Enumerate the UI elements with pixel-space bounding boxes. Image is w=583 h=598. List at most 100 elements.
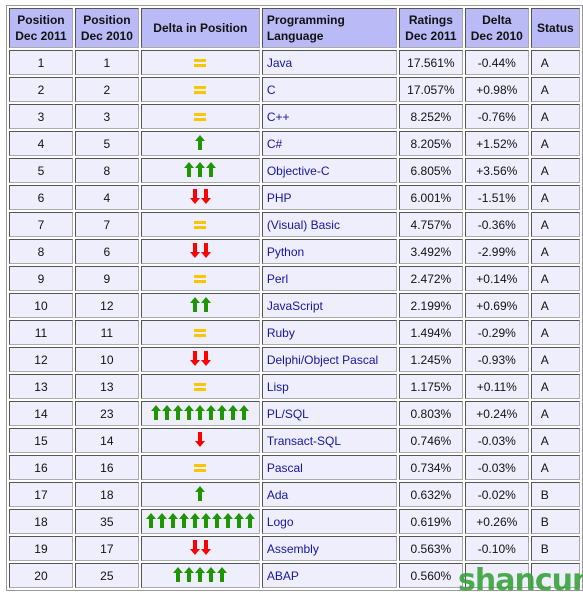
language-cell: Python: [261, 239, 397, 264]
language-cell: C#: [261, 131, 397, 156]
header-ratings: Ratings Dec 2011: [398, 8, 463, 48]
status: A: [530, 77, 580, 102]
delta-ratings: +0.14%: [464, 266, 529, 291]
position-2011: 9: [9, 266, 73, 291]
position-2011: 2: [9, 77, 73, 102]
language-link[interactable]: C++: [267, 110, 290, 124]
language-link[interactable]: Assembly: [267, 542, 319, 556]
language-cell: Assembly: [261, 536, 397, 561]
language-link[interactable]: C#: [267, 137, 282, 151]
language-link[interactable]: Perl: [267, 272, 288, 286]
delta-ratings: -0.36%: [464, 212, 529, 237]
language-cell: Objective-C: [261, 158, 397, 183]
arrow-up-icon: [217, 566, 228, 585]
equal-icon: [194, 112, 207, 121]
language-link[interactable]: Lisp: [267, 380, 289, 394]
ratings: 6.805%: [398, 158, 463, 183]
table-row: 15 14 Transact-SQL 0.746% -0.03% A: [9, 428, 580, 453]
table-row: 10 12 JavaScript 2.199% +0.69% A: [9, 293, 580, 318]
delta-position-cell: [140, 536, 260, 561]
arrow-down-icon: [200, 188, 211, 207]
language-link[interactable]: PHP: [267, 191, 292, 205]
arrow-down-icon: [200, 350, 211, 369]
language-link[interactable]: (Visual) Basic: [267, 218, 340, 232]
table-row: 2 2 C 17.057% +0.98% A: [9, 77, 580, 102]
position-2010: 8: [74, 158, 139, 183]
ratings: 0.746%: [398, 428, 463, 453]
position-2010: 12: [74, 293, 139, 318]
language-link[interactable]: Logo: [267, 515, 294, 529]
ratings: 0.619%: [398, 509, 463, 534]
ratings: 17.057%: [398, 77, 463, 102]
language-link[interactable]: Java: [267, 56, 292, 70]
language-link[interactable]: Python: [267, 245, 304, 259]
position-2011: 13: [9, 374, 73, 399]
status: B: [530, 482, 580, 507]
delta-position-cell: [140, 401, 260, 426]
delta-ratings: -0.93%: [464, 347, 529, 372]
language-link[interactable]: PL/SQL: [267, 407, 309, 421]
status: A: [530, 428, 580, 453]
delta-ratings: +0.24%: [464, 401, 529, 426]
language-link[interactable]: JavaScript: [267, 299, 323, 313]
status: B: [530, 509, 580, 534]
header-language: Programming Language: [261, 8, 397, 48]
language-link[interactable]: Ada: [267, 488, 288, 502]
language-cell: ABAP: [261, 563, 397, 588]
arrow-up-icon: [184, 161, 195, 180]
ratings: 3.492%: [398, 239, 463, 264]
arrow-up-icon: [173, 404, 184, 423]
language-cell: Java: [261, 50, 397, 75]
arrow-up-icon: [217, 404, 228, 423]
arrow-up-icon: [173, 566, 184, 585]
ratings: 8.205%: [398, 131, 463, 156]
delta-position-cell: [140, 212, 260, 237]
language-link[interactable]: ABAP: [267, 569, 299, 583]
arrow-up-icon: [233, 512, 244, 531]
arrow-down-icon: [189, 188, 200, 207]
position-2011: 20: [9, 563, 73, 588]
delta-position-cell: [140, 320, 260, 345]
header-delta-position: Delta in Position: [140, 8, 260, 48]
status: A: [530, 158, 580, 183]
arrow-down-icon: [200, 539, 211, 558]
arrow-up-icon: [156, 512, 167, 531]
language-link[interactable]: Pascal: [267, 461, 303, 475]
arrow-down-icon: [200, 242, 211, 261]
delta-ratings: +3.56%: [464, 158, 529, 183]
position-2011: 19: [9, 536, 73, 561]
delta-position-cell: [140, 77, 260, 102]
arrow-up-icon: [228, 404, 239, 423]
delta-ratings: +0.98%: [464, 77, 529, 102]
language-link[interactable]: Objective-C: [267, 164, 330, 178]
language-link[interactable]: Transact-SQL: [267, 434, 341, 448]
position-2010: 18: [74, 482, 139, 507]
delta-ratings: -0.76%: [464, 104, 529, 129]
language-link[interactable]: C: [267, 83, 276, 97]
language-cell: Delphi/Object Pascal: [261, 347, 397, 372]
status: A: [530, 50, 580, 75]
equal-icon: [194, 220, 207, 229]
status: A: [530, 104, 580, 129]
status: A: [530, 266, 580, 291]
language-cell: C: [261, 77, 397, 102]
language-link[interactable]: Delphi/Object Pascal: [267, 353, 378, 367]
equal-icon: [194, 274, 207, 283]
language-cell: Transact-SQL: [261, 428, 397, 453]
delta-ratings: -0.03%: [464, 428, 529, 453]
header-pos2011: Position Dec 2011: [9, 8, 73, 48]
table-row: 8 6 Python 3.492% -2.99% A: [9, 239, 580, 264]
watermark-logo: shancun.net: [458, 563, 583, 598]
equal-icon: [194, 328, 207, 337]
ratings: 1.175%: [398, 374, 463, 399]
table-row: 6 4 PHP 6.001% -1.51% A: [9, 185, 580, 210]
arrow-up-icon: [195, 134, 206, 153]
status: A: [530, 374, 580, 399]
ratings: 0.803%: [398, 401, 463, 426]
position-2011: 5: [9, 158, 73, 183]
position-2010: 5: [74, 131, 139, 156]
language-link[interactable]: Ruby: [267, 326, 295, 340]
equal-icon: [194, 85, 207, 94]
arrow-up-icon: [244, 512, 255, 531]
position-2010: 17: [74, 536, 139, 561]
